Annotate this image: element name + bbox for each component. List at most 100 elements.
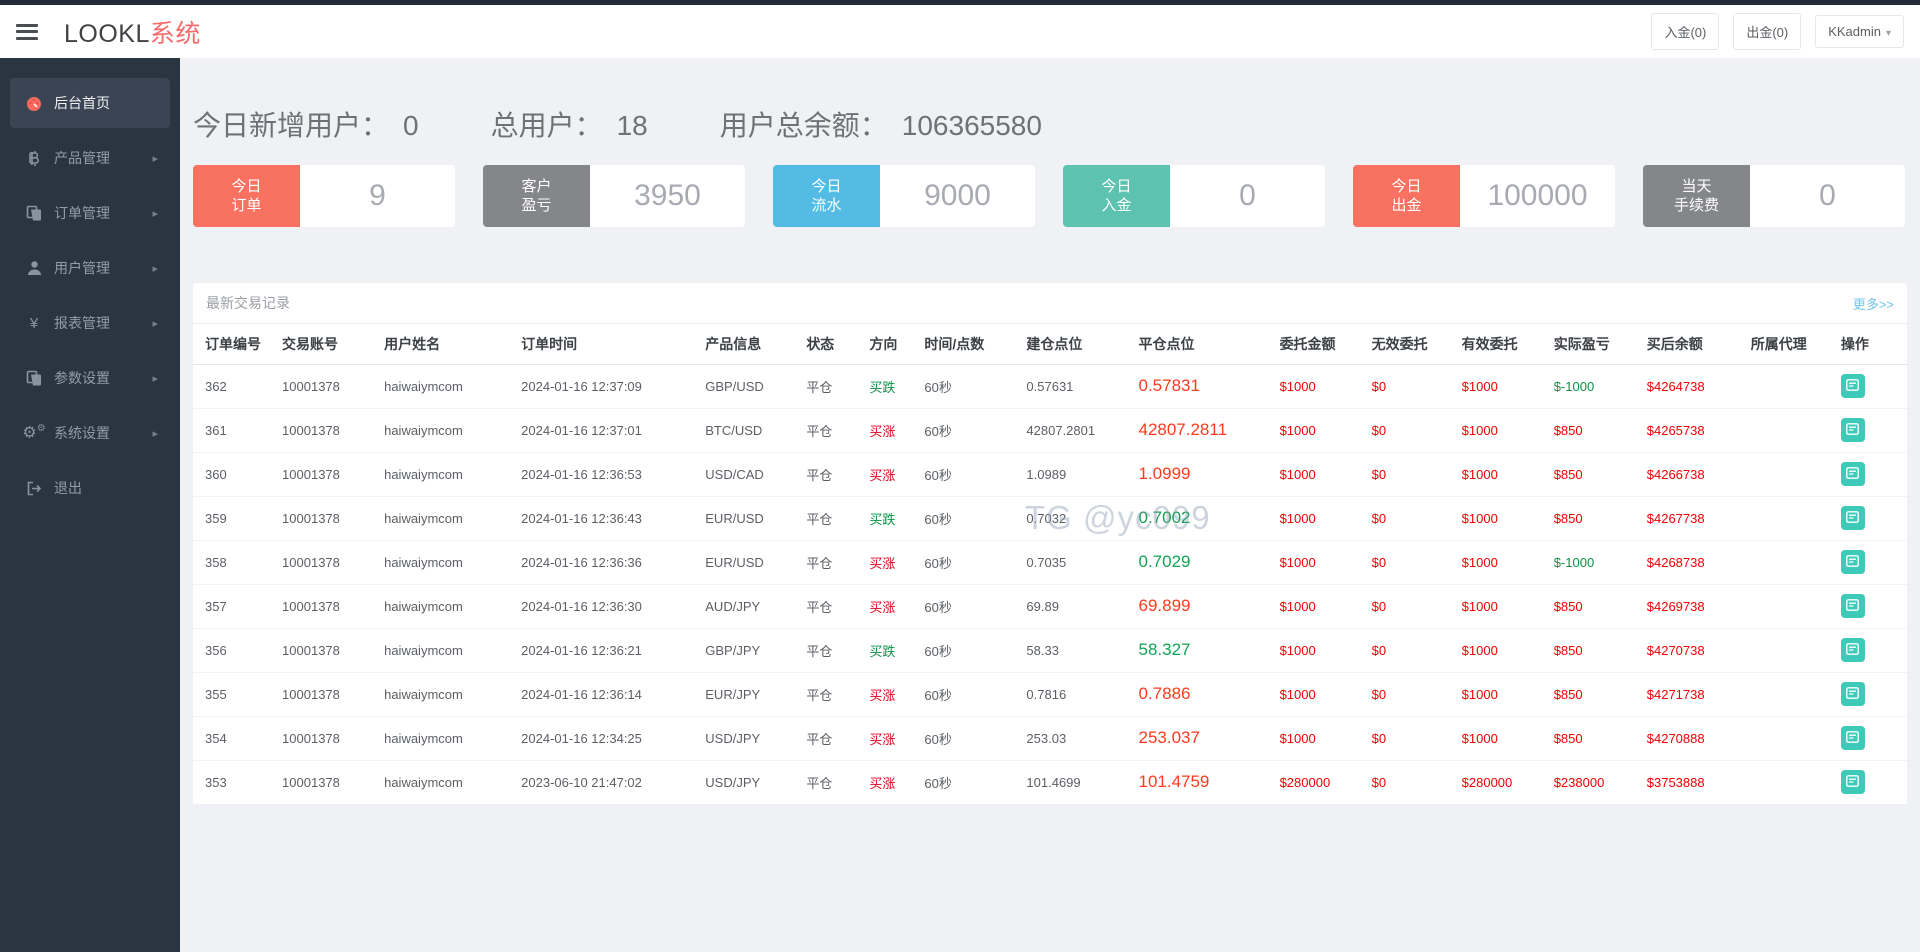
order-id-cell: 362 [193,364,282,408]
sidebar-item-5[interactable]: ¥报表管理▸ [10,298,170,348]
column-header: 委托金额 [1280,324,1372,364]
sidebar-item-2[interactable]: 产品管理▸ [10,133,170,183]
order-id-cell: 358 [193,540,282,584]
invalid-amount-cell: $0 [1372,364,1462,408]
username-cell: haiwaiymcom [384,496,521,540]
summary-card: 客户盈亏3950 [483,165,745,227]
invalid-amount-cell: $0 [1372,452,1462,496]
order-amount-cell: $1000 [1280,672,1372,716]
sidebar-item-label: 退出 [54,478,82,498]
sidebar-item-label: 报表管理 [54,313,110,333]
open-price-cell: 253.03 [1026,716,1138,760]
table-header-row: 订单编号交易账号用户姓名订单时间产品信息状态方向时间/点数建仓点位平仓点位委托金… [193,324,1907,364]
sidebar-item-8[interactable]: 退出 [10,463,170,513]
withdraw-button[interactable]: 出金(0) [1733,13,1801,50]
order-time-cell: 2024-01-16 12:36:30 [521,584,705,628]
status-cell: 平仓 [806,364,869,408]
balance-after-cell: $4270738 [1647,628,1751,672]
summary-card: 今日出金100000 [1353,165,1615,227]
sidebar-item-1[interactable]: 后台首页 [10,78,170,128]
sidebar-item-3[interactable]: 订单管理▸ [10,188,170,238]
open-price-cell: 69.89 [1026,584,1138,628]
order-time-cell: 2024-01-16 12:36:14 [521,672,705,716]
duration-cell: 60秒 [924,628,1026,672]
order-amount-cell: $1000 [1280,496,1372,540]
order-detail-button[interactable] [1841,506,1865,530]
chevron-right-icon: ▸ [152,317,158,330]
order-time-cell: 2023-06-10 21:47:02 [521,760,705,804]
order-detail-button[interactable] [1841,550,1865,574]
column-header: 状态 [806,324,869,364]
duration-cell: 60秒 [924,540,1026,584]
user-menu-button[interactable]: KKadmin▾ [1815,15,1904,48]
sidebar-item-6[interactable]: 参数设置▸ [10,353,170,403]
username-cell: haiwaiymcom [384,584,521,628]
valid-amount-cell: $1000 [1462,672,1554,716]
open-price-cell: 0.7032 [1026,496,1138,540]
more-link[interactable]: 更多>> [1853,294,1894,313]
valid-amount-cell: $1000 [1462,716,1554,760]
order-amount-cell: $1000 [1280,408,1372,452]
duration-cell: 60秒 [924,452,1026,496]
close-price-cell: 1.0999 [1138,452,1279,496]
direction-cell: 买涨 [869,760,924,804]
close-price-cell: 101.4759 [1138,760,1279,804]
deposit-button[interactable]: 入金(0) [1651,13,1719,50]
agent-cell [1751,760,1841,804]
detail-list-icon [1846,775,1859,790]
order-detail-button[interactable] [1841,682,1865,706]
column-header: 产品信息 [705,324,806,364]
balance-after-cell: $4268738 [1647,540,1751,584]
table-row: 35710001378haiwaiymcom2024-01-16 12:36:3… [193,584,1907,628]
username-cell: haiwaiymcom [384,540,521,584]
username-cell: haiwaiymcom [384,452,521,496]
duration-cell: 60秒 [924,716,1026,760]
account-cell: 10001378 [282,364,384,408]
username-cell: haiwaiymcom [384,716,521,760]
username-cell: haiwaiymcom [384,760,521,804]
menu-toggle-icon[interactable] [16,24,38,40]
open-price-cell: 101.4699 [1026,760,1138,804]
chevron-right-icon: ▸ [152,152,158,165]
status-cell: 平仓 [806,496,869,540]
direction-cell: 买涨 [869,716,924,760]
order-detail-button[interactable] [1841,374,1865,398]
detail-list-icon [1846,511,1859,526]
balance-after-cell: $4271738 [1647,672,1751,716]
card-value: 100000 [1460,165,1615,227]
operation-cell [1841,452,1907,496]
balance-after-cell: $4269738 [1647,584,1751,628]
trades-table: 订单编号交易账号用户姓名订单时间产品信息状态方向时间/点数建仓点位平仓点位委托金… [193,324,1907,805]
sidebar-item-4[interactable]: 用户管理▸ [10,243,170,293]
detail-list-icon [1846,643,1859,658]
sidebar-item-7[interactable]: ⚙⚙系统设置▸ [10,408,170,458]
column-header: 实际盈亏 [1554,324,1647,364]
product-cell: EUR/USD [705,540,806,584]
stat-value: 106365580 [902,110,1042,141]
order-detail-button[interactable] [1841,418,1865,442]
stat-item: 今日新增用户：0 [193,104,419,144]
detail-list-icon [1846,687,1859,702]
column-header: 交易账号 [282,324,384,364]
table-row: 35310001378haiwaiymcom2023-06-10 21:47:0… [193,760,1907,804]
operation-cell [1841,672,1907,716]
table-row: 35410001378haiwaiymcom2024-01-16 12:34:2… [193,716,1907,760]
balance-after-cell: $3753888 [1647,760,1751,804]
order-detail-button[interactable] [1841,638,1865,662]
order-detail-button[interactable] [1841,594,1865,618]
order-detail-button[interactable] [1841,726,1865,750]
chevron-right-icon: ▸ [152,372,158,385]
valid-amount-cell: $1000 [1462,628,1554,672]
logout-icon [24,481,44,496]
chevron-right-icon: ▸ [152,427,158,440]
order-detail-button[interactable] [1841,770,1865,794]
balance-after-cell: $4270888 [1647,716,1751,760]
order-detail-button[interactable] [1841,462,1865,486]
column-header: 无效委托 [1372,324,1462,364]
order-time-cell: 2024-01-16 12:36:53 [521,452,705,496]
profit-cell: $850 [1554,716,1647,760]
order-time-cell: 2024-01-16 12:36:36 [521,540,705,584]
logo-main: LOOKL [64,20,150,48]
status-cell: 平仓 [806,672,869,716]
order-amount-cell: $1000 [1280,716,1372,760]
